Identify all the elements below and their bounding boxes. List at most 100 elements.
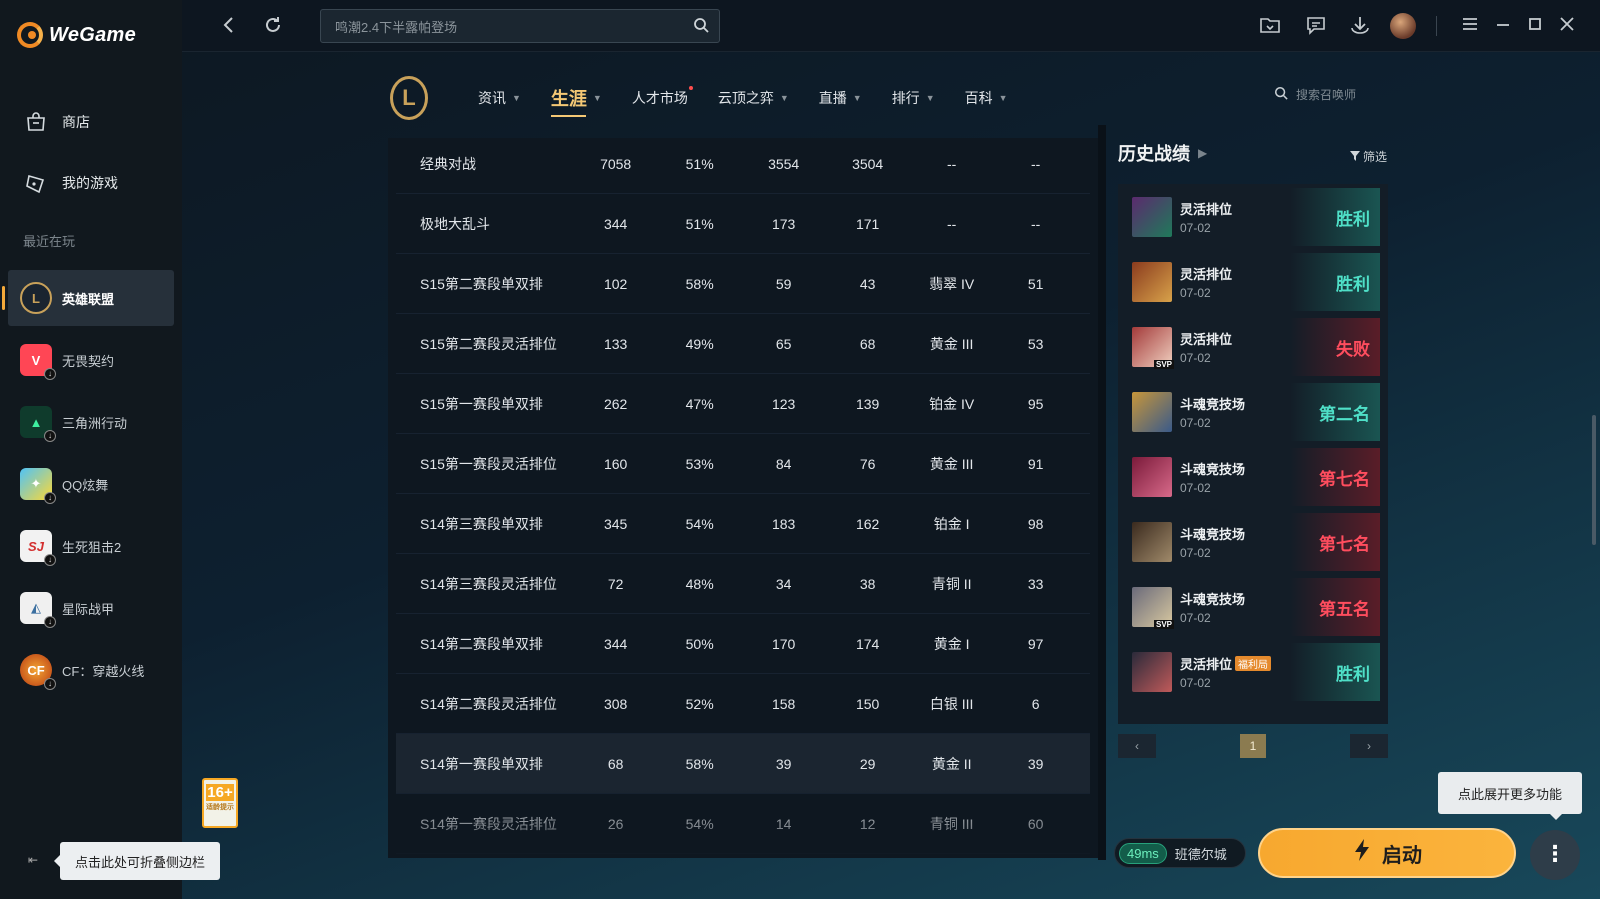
tab-news[interactable]: 资讯 ▼ — [478, 88, 521, 108]
table-cell: S15第一赛段灵活排位 — [420, 455, 557, 472]
filter-button[interactable]: 筛选 — [1350, 148, 1410, 165]
server-status[interactable]: 49ms 班德尔城 — [1114, 838, 1246, 868]
launch-button[interactable]: 启动 — [1258, 828, 1516, 878]
summoner-search-input[interactable]: 搜索召唤师 — [1274, 86, 1356, 103]
game-item-qq-dance[interactable]: ✦ ↓ QQ炫舞 — [8, 456, 174, 512]
table-cell: -- — [947, 215, 957, 232]
wegame-logo-icon — [17, 22, 43, 48]
gamepad-icon — [24, 171, 48, 195]
table-row[interactable]: 极地大乱斗 344 51% 173 171 -- -- — [396, 194, 1090, 254]
collapse-sidebar-tooltip: 点击此处可折叠侧边栏 — [54, 842, 220, 880]
chevron-down-icon: ▼ — [852, 93, 862, 103]
folder-icon[interactable] — [1259, 14, 1281, 36]
back-icon[interactable] — [218, 14, 240, 36]
tab-wiki[interactable]: 百科 ▼ — [965, 88, 1008, 108]
table-cell: 98 — [1027, 515, 1044, 532]
nav-my-games[interactable]: 我的游戏 — [8, 157, 174, 209]
tab-tft[interactable]: 云顶之弈 ▼ — [718, 88, 789, 108]
match-info: 灵活排位 07-02 — [1180, 199, 1290, 235]
page-scrollbar[interactable] — [1592, 415, 1596, 545]
search-icon[interactable] — [693, 17, 709, 37]
minimize-icon[interactable] — [1492, 14, 1514, 36]
champion-portrait — [1132, 262, 1172, 302]
match-item[interactable]: 灵活排位 07-02 胜利 — [1126, 188, 1380, 246]
game-item-shengsi-juji[interactable]: SJ ↓ 生死狙击2 — [8, 518, 174, 574]
table-row[interactable]: S14第二赛段单双排 344 50% 170 174 黄金 I 97 — [396, 614, 1090, 674]
game-item-league-of-legends[interactable]: L 英雄联盟 — [2, 270, 174, 326]
game-label: QQ炫舞 — [62, 477, 109, 493]
table-cell: 53% — [685, 455, 714, 472]
ping-badge: 49ms — [1119, 842, 1167, 864]
match-info: 斗魂竞技场 07-02 — [1180, 459, 1290, 495]
menu-icon[interactable] — [1459, 14, 1481, 36]
collapse-sidebar-icon[interactable]: ⇤ — [28, 853, 44, 869]
table-row[interactable]: 经典对战 7058 51% 3554 3504 -- -- — [396, 138, 1090, 194]
game-item-crossfire[interactable]: CF ↓ CF：穿越火线 — [8, 642, 174, 698]
tab-talent-market[interactable]: 人才市场 — [632, 86, 693, 108]
match-item[interactable]: 斗魂竞技场 07-02 第七名 — [1126, 448, 1380, 506]
match-item[interactable]: 灵活排位 福利局 07-02 胜利 — [1126, 643, 1380, 701]
table-cell: -- — [1031, 215, 1041, 232]
table-row[interactable]: S15第二赛段单双排 102 58% 59 43 翡翠 IV 51 — [396, 254, 1090, 314]
match-mode-label: 斗魂竞技场 — [1180, 592, 1246, 607]
table-cell: 344 — [603, 635, 628, 652]
tab-live[interactable]: 直播 ▼ — [819, 88, 862, 108]
match-mode: 灵活排位 — [1180, 199, 1290, 218]
table-cell: 极地大乱斗 — [420, 215, 490, 232]
game-item-valorant[interactable]: V ↓ 无畏契约 — [8, 332, 174, 388]
table-cell: 139 — [855, 395, 880, 412]
bag-icon — [24, 110, 48, 134]
tab-career[interactable]: 生涯 ▼ — [550, 85, 602, 117]
table-cell: 150 — [855, 695, 880, 712]
match-item[interactable]: 灵活排位 07-02 胜利 — [1126, 253, 1380, 311]
table-row[interactable]: S14第三赛段灵活排位 72 48% 34 38 青铜 II 33 — [396, 554, 1090, 614]
table-cell: 38 — [859, 575, 876, 592]
lightning-icon — [1352, 838, 1372, 868]
message-icon[interactable] — [1305, 14, 1327, 36]
topbar-divider — [1436, 16, 1437, 36]
game-label: 星际战甲 — [62, 601, 115, 617]
table-row[interactable]: S15第二赛段灵活排位 133 49% 65 68 黄金 III 53 — [396, 314, 1090, 374]
left-sidebar: WeGame 商店 我的游戏 最近在玩 L 英雄联盟 V ↓ 无畏契约 ▲ ↓ 三角… — [0, 0, 182, 899]
match-history-title[interactable]: 历史战绩 ▶ — [1118, 140, 1388, 166]
match-item[interactable]: 斗魂竞技场 07-02 第二名 — [1126, 383, 1380, 441]
current-page[interactable]: 1 — [1240, 734, 1266, 758]
table-row[interactable]: S14第二赛段灵活排位 308 52% 158 150 白银 III 6 — [396, 674, 1090, 734]
next-page-icon[interactable]: › — [1350, 734, 1388, 758]
svp-badge: SVP — [1153, 360, 1174, 369]
match-item[interactable]: 斗魂竞技场 07-02 第七名 — [1126, 513, 1380, 571]
table-cell: 72 — [607, 575, 624, 592]
table-row[interactable]: S14第一赛段单双排 68 58% 39 29 黄金 II 39 — [396, 734, 1090, 794]
match-result: 失败 — [1290, 318, 1380, 376]
refresh-icon[interactable] — [262, 14, 284, 36]
table-cell: 262 — [603, 395, 628, 412]
game-item-delta-force[interactable]: ▲ ↓ 三角洲行动 — [8, 394, 174, 450]
game-item-warframe[interactable]: ◭ ↓ 星际战甲 — [8, 580, 174, 636]
table-cell: S14第三赛段单双排 — [420, 515, 543, 532]
match-mode: 斗魂竞技场 — [1180, 589, 1290, 608]
table-row[interactable]: S15第一赛段灵活排位 160 53% 84 76 黄金 III 91 — [396, 434, 1090, 494]
league-of-legends-logo[interactable]: L — [390, 76, 428, 120]
download-badge-icon: ↓ — [44, 368, 56, 380]
league-of-legends-icon: L — [20, 282, 52, 314]
prev-page-icon[interactable]: ‹ — [1118, 734, 1156, 758]
table-row[interactable]: S14第三赛段单双排 345 54% 183 162 铂金 I 98 — [396, 494, 1090, 554]
table-row[interactable]: S14第一赛段灵活排位 26 54% 14 12 青铜 III 60 — [396, 794, 1090, 854]
download-icon[interactable] — [1349, 14, 1371, 36]
match-date: 07-02 — [1180, 416, 1211, 430]
global-search-input[interactable]: 鸣潮2.4下半露帕登场 — [320, 9, 720, 43]
table-scrollbar[interactable] — [1098, 125, 1106, 860]
more-options-icon[interactable]: ⋮ — [1530, 830, 1580, 880]
match-item[interactable]: SVP 斗魂竞技场 07-02 第五名 — [1126, 578, 1380, 636]
maximize-icon[interactable] — [1524, 14, 1546, 36]
table-row[interactable]: S15第一赛段单双排 262 47% 123 139 铂金 IV 95 — [396, 374, 1090, 434]
table-cell: S14第一赛段单双排 — [420, 755, 543, 772]
user-avatar[interactable] — [1390, 13, 1416, 39]
tab-ranking[interactable]: 排行 ▼ — [892, 88, 935, 108]
close-icon[interactable] — [1556, 14, 1578, 36]
match-item[interactable]: SVP 灵活排位 07-02 失败 — [1126, 318, 1380, 376]
table-cell: 158 — [771, 695, 796, 712]
match-result: 第二名 — [1290, 383, 1380, 441]
tab-label: 生涯 — [550, 89, 587, 109]
nav-store[interactable]: 商店 — [8, 96, 174, 148]
